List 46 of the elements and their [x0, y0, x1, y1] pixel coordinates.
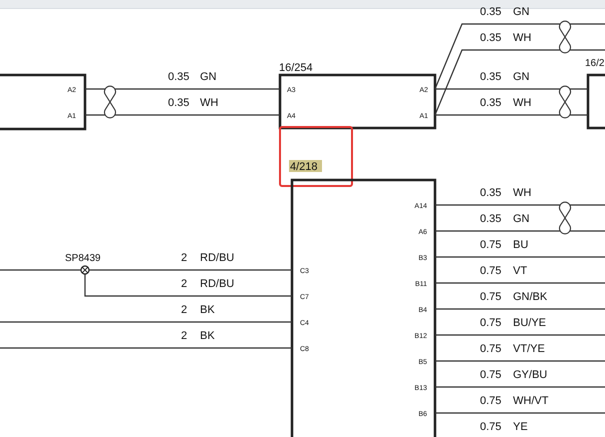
- wire-size: 2: [181, 304, 188, 316]
- wire-color-code: WH: [513, 97, 532, 109]
- wire-color-code: GN: [513, 213, 530, 225]
- wire-size: 2: [181, 252, 188, 264]
- wire-color-code: GN: [200, 71, 216, 83]
- wire-size: 0.75: [480, 239, 502, 251]
- wire-size: 2: [181, 330, 188, 342]
- wire-size: 0.75: [480, 317, 502, 329]
- wire-color-code: GY/BU: [513, 369, 548, 381]
- wire-size: 0.35: [480, 71, 502, 83]
- wire-size: 0.35: [480, 187, 502, 199]
- wire-color-code: RD/BU: [200, 252, 234, 264]
- wire-color-code: RD/BU: [200, 278, 234, 290]
- splice-icon: [80, 265, 90, 275]
- wire-size: 0.35: [480, 32, 502, 44]
- wire-size: 0.35: [168, 97, 190, 109]
- wire-size: 0.35: [480, 6, 502, 18]
- wire-color-code: BU: [513, 239, 528, 251]
- wire-color-code: GN: [513, 71, 530, 83]
- splice-label: SP8439: [65, 253, 101, 264]
- wire-color-code: GN/BK: [513, 291, 548, 303]
- wire-color-code: BU/YE: [513, 317, 546, 329]
- connector-box: [586, 74, 605, 130]
- wire-color-code: WH: [513, 32, 532, 44]
- wire-size: 0.75: [480, 369, 502, 381]
- connector-label: 4/218: [290, 161, 318, 173]
- wire-color-code: YE: [513, 421, 528, 433]
- wire-color-code: WH: [513, 187, 532, 199]
- wire-size: 0.75: [480, 395, 502, 407]
- wire-size: 0.75: [480, 421, 502, 433]
- wire-size: 0.75: [480, 265, 502, 277]
- wire-color-code: WH: [200, 97, 218, 109]
- wire-color-code: VT: [513, 265, 528, 277]
- wire-size: 0.35: [168, 71, 190, 83]
- connector-label: 16/2: [585, 58, 604, 69]
- wire-color-code: BK: [200, 330, 215, 342]
- connector-label: 16/254: [279, 62, 313, 74]
- wire-size: 0.75: [480, 343, 502, 355]
- wire-size: 0.75: [480, 291, 502, 303]
- wire-color-code: BK: [200, 304, 215, 316]
- wire-color-code: GN: [513, 6, 530, 18]
- wire-size: 0.35: [480, 213, 502, 225]
- wire-size: 2: [181, 278, 188, 290]
- wire-color-code: VT/YE: [513, 343, 545, 355]
- wire-size: 0.35: [480, 97, 502, 109]
- wire-color-code: WH/VT: [513, 395, 548, 407]
